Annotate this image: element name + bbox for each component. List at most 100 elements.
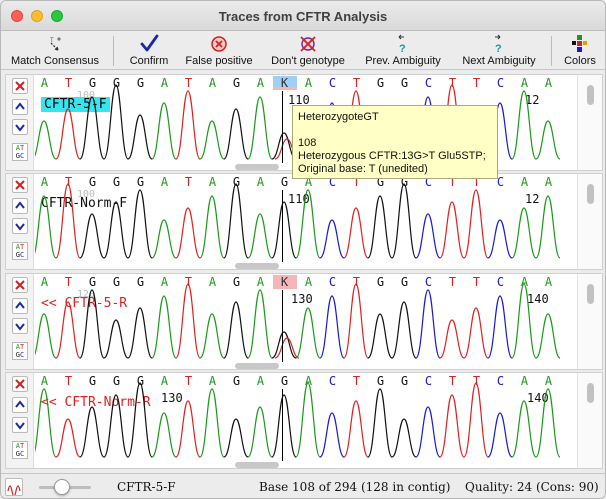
peak	[175, 400, 201, 458]
peak	[415, 213, 441, 259]
tooltip: HeterozygoteGT 108 Heterozygous CFTR:13G…	[292, 105, 498, 179]
chevron-down-icon	[15, 223, 25, 231]
trace-peaks	[35, 382, 561, 458]
peak	[151, 102, 177, 160]
svg-text:?: ?	[495, 43, 502, 54]
false-positive-label: False positive	[185, 55, 253, 67]
base-colors-button[interactable]: AT GC	[12, 143, 28, 161]
chromatogram[interactable]: A T G G G A T A G A K A C T G G C T T C A A 120 130 140 << CFTR-5…	[35, 274, 575, 369]
peak	[55, 108, 81, 160]
vertical-scrollbar[interactable]	[577, 274, 602, 369]
peak	[55, 301, 81, 359]
trace-panel: AT GC A T G G G A T A G A G A C T G G C T T C A A 130 140 << CFTR-…	[5, 372, 603, 469]
atgc-t: T	[20, 343, 25, 351]
peak	[295, 307, 321, 359]
status-bar: CFTR-5-F Base 108 of 294 (128 in contig)…	[1, 473, 605, 498]
chromatogram[interactable]: A T G G G A T A G A G A C T G G C T T C A A 100 110 12 CFTR-Norm-…	[35, 174, 575, 269]
trace-peaks	[35, 183, 561, 259]
next-ambiguity-button[interactable]: ? Next Ambiguity	[453, 32, 545, 70]
atgc-c: C	[20, 450, 25, 458]
vertical-scrollbar[interactable]	[577, 174, 602, 269]
move-up-button[interactable]	[12, 99, 28, 115]
peak	[175, 283, 201, 359]
colors-button[interactable]: Colors	[557, 32, 603, 70]
zoom-slider-knob[interactable]	[54, 479, 71, 495]
colors-label: Colors	[564, 55, 596, 67]
peak	[35, 388, 57, 458]
peak	[175, 90, 201, 160]
remove-trace-button[interactable]	[12, 376, 28, 392]
peak	[151, 295, 177, 359]
chevron-down-icon	[15, 422, 25, 430]
peak	[274, 337, 300, 359]
vertical-scrollbar[interactable]	[577, 75, 602, 170]
peak	[271, 201, 297, 259]
peak	[511, 283, 537, 359]
chromatogram[interactable]: A T G G G A T A G A G A C T G G C T T C A A 130 140 << CFTR-Norm…	[35, 373, 575, 468]
confirm-label: Confirm	[129, 55, 169, 67]
dont-genotype-button[interactable]: Don't genotype	[263, 32, 353, 70]
vertical-scroll-thumb[interactable]	[587, 85, 594, 105]
false-positive-button[interactable]: False positive	[179, 32, 259, 70]
move-down-button[interactable]	[12, 218, 28, 234]
remove-trace-button[interactable]	[12, 277, 28, 293]
trace-window: Traces from CFTR Analysis T Match Consen…	[0, 0, 606, 499]
next-ambiguity-label: Next Ambiguity	[462, 55, 536, 67]
peak	[79, 406, 105, 458]
status-trace-name: CFTR-5-F	[117, 480, 176, 494]
vertical-scroll-thumb[interactable]	[587, 184, 594, 204]
prev-ambiguity-label: Prev. Ambiguity	[365, 55, 441, 67]
base-colors-button[interactable]: AT GC	[12, 242, 28, 260]
peak	[175, 207, 201, 259]
move-up-button[interactable]	[12, 198, 28, 214]
peak	[247, 96, 273, 160]
trace-panel: AT GC A T G G G A T A G A K A C T G G C T T C A A 120 130 140 << CF…	[5, 273, 603, 370]
peak	[439, 394, 465, 458]
svg-text:?: ?	[399, 43, 406, 54]
peak	[199, 388, 225, 458]
tooltip-position: 108	[298, 137, 317, 149]
match-consensus-icon: T	[3, 34, 107, 54]
peak	[415, 289, 441, 359]
vertical-scroll-thumb[interactable]	[587, 284, 594, 304]
peak	[103, 84, 129, 160]
peak	[295, 189, 321, 259]
peak	[199, 195, 225, 259]
horizontal-scroll-thumb[interactable]	[235, 164, 279, 170]
prev-ambiguity-button[interactable]: ? Prev. Ambiguity	[357, 32, 449, 70]
peak	[55, 183, 81, 259]
trace-settings-button[interactable]	[5, 478, 23, 497]
move-down-button[interactable]	[12, 417, 28, 433]
base-colors-button[interactable]: AT GC	[12, 342, 28, 360]
peak	[295, 382, 321, 458]
move-down-button[interactable]	[12, 318, 28, 334]
match-consensus-button[interactable]: T Match Consensus	[3, 32, 107, 70]
atgc-t: T	[20, 243, 25, 251]
move-up-button[interactable]	[12, 298, 28, 314]
peak	[367, 313, 393, 359]
remove-trace-button[interactable]	[12, 78, 28, 94]
horizontal-scroll-thumb[interactable]	[235, 462, 279, 468]
peak	[35, 313, 57, 359]
vertical-scrollbar[interactable]	[577, 373, 602, 468]
peak	[35, 120, 57, 160]
trace-panel-sidebar: AT GC	[6, 373, 34, 468]
horizontal-scroll-thumb[interactable]	[235, 263, 279, 269]
vertical-scroll-thumb[interactable]	[587, 383, 594, 403]
peak	[535, 195, 561, 259]
peak	[535, 313, 561, 359]
move-down-button[interactable]	[12, 119, 28, 135]
peak	[127, 382, 153, 458]
zoom-slider[interactable]	[39, 479, 91, 495]
atgc-top-label: AT	[13, 343, 27, 351]
close-icon	[15, 180, 25, 190]
colors-icon	[557, 34, 603, 54]
chevron-up-icon	[15, 201, 25, 209]
atgc-top-label: AT	[13, 144, 27, 152]
move-up-button[interactable]	[12, 397, 28, 413]
peak	[391, 301, 417, 359]
remove-trace-button[interactable]	[12, 177, 28, 193]
confirm-button[interactable]: Confirm	[123, 32, 175, 70]
base-colors-button[interactable]: AT GC	[12, 441, 28, 459]
horizontal-scroll-thumb[interactable]	[235, 363, 279, 369]
